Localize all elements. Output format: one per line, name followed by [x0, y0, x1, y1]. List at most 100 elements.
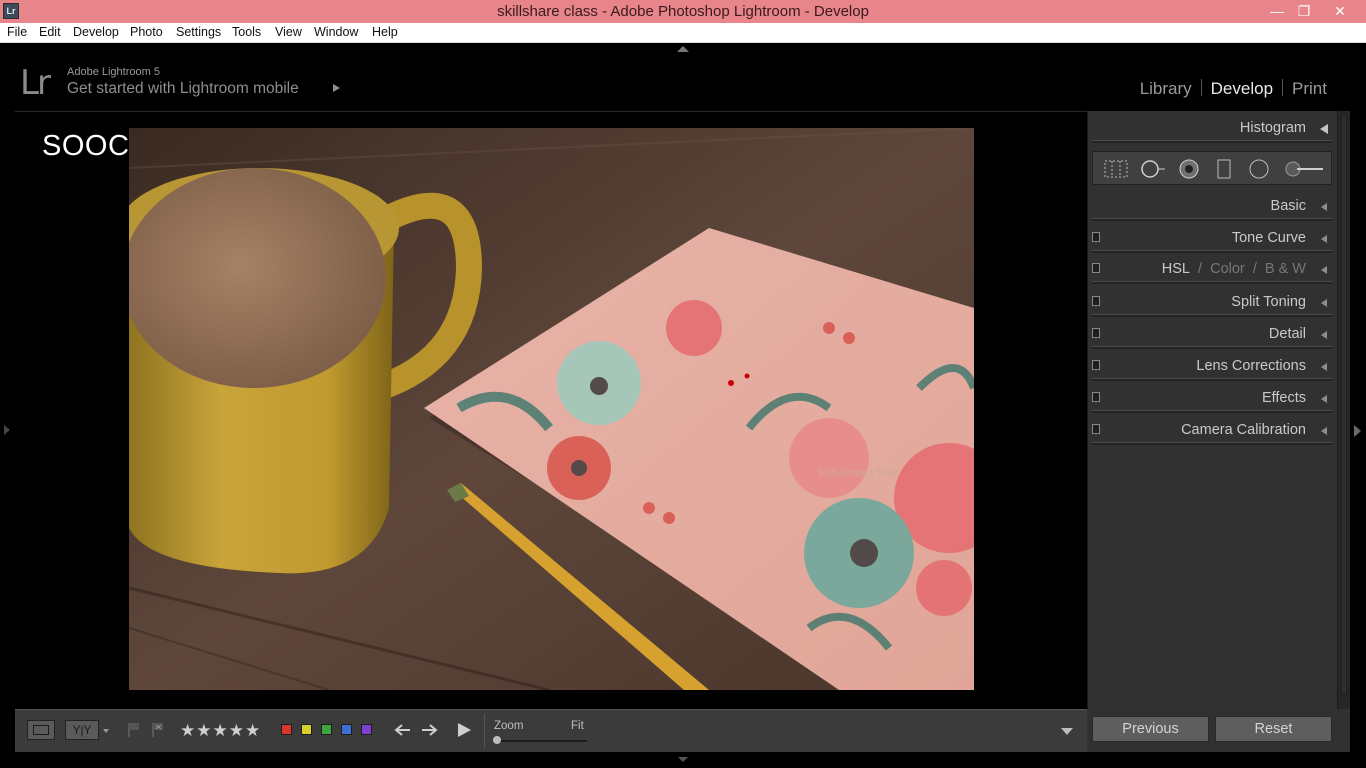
red-eye-icon[interactable]	[1178, 159, 1200, 179]
mobile-promo-link[interactable]: Get started with Lightroom mobile	[67, 80, 299, 98]
color-label-red[interactable]	[281, 724, 292, 735]
right-panel-scrollbar[interactable]	[1337, 111, 1350, 709]
panel-basic-label: Basic	[1270, 198, 1306, 214]
reset-button[interactable]: Reset	[1215, 716, 1332, 742]
tab-hsl[interactable]: HSL	[1162, 261, 1190, 277]
panel-switch-icon[interactable]	[1092, 296, 1100, 306]
panel-switch-icon[interactable]	[1092, 232, 1100, 242]
panel-tone-curve-label: Tone Curve	[1231, 230, 1306, 246]
star-rating[interactable]: ★★★★★	[180, 721, 261, 741]
identity-plate-area: Lr Adobe Lightroom 5 Get started with Li…	[0, 43, 1366, 111]
previous-button[interactable]: Previous	[1092, 716, 1209, 742]
color-label-purple[interactable]	[361, 724, 372, 735]
filmstrip-toggle-icon[interactable]	[678, 757, 688, 762]
menu-tools[interactable]: Tools	[232, 25, 261, 39]
module-library[interactable]: Library	[1131, 79, 1201, 99]
lightroom-logo: Lr	[20, 63, 51, 103]
crop-overlay-icon[interactable]	[1103, 159, 1129, 179]
panel-split-toning[interactable]: Split Toning	[1092, 287, 1332, 317]
menu-help[interactable]: Help	[372, 25, 398, 39]
adjustment-brush-icon[interactable]	[1283, 159, 1325, 179]
bottom-toolbar: Y|Y ★★★★★ Zoom Fit	[15, 709, 1087, 752]
panel-hsl[interactable]: HSL / Color / B & W	[1092, 254, 1332, 284]
flag-icon[interactable]	[127, 722, 141, 738]
expand-triangle-icon[interactable]	[1321, 363, 1327, 371]
color-label-green[interactable]	[321, 724, 332, 735]
minimize-button[interactable]: —	[1263, 0, 1291, 23]
expand-triangle-icon[interactable]	[1321, 203, 1327, 211]
panel-effects[interactable]: Effects	[1092, 383, 1332, 413]
menu-photo[interactable]: Photo	[130, 25, 163, 39]
zoom-fit-label: Fit	[571, 720, 584, 732]
panel-histogram[interactable]: Histogram	[1092, 113, 1332, 143]
expand-triangle-icon[interactable]	[1321, 395, 1327, 403]
right-panel-toggle-icon[interactable]	[1354, 425, 1361, 437]
chevron-down-icon[interactable]	[103, 729, 109, 733]
color-label-blue[interactable]	[341, 724, 352, 735]
loupe-view-button[interactable]	[27, 720, 55, 740]
module-print[interactable]: Print	[1283, 79, 1336, 99]
close-button[interactable]: ✕	[1326, 0, 1354, 23]
panel-split-toning-label: Split Toning	[1231, 294, 1306, 310]
panel-switch-icon[interactable]	[1092, 360, 1100, 370]
color-label-yellow[interactable]	[301, 724, 312, 735]
tool-strip	[1092, 151, 1332, 185]
maximize-button[interactable]: ❐	[1290, 0, 1318, 23]
panel-switch-icon[interactable]	[1092, 328, 1100, 338]
loupe-icon	[33, 725, 49, 735]
menu-bar: File Edit Develop Photo Settings Tools V…	[0, 23, 1366, 43]
collapse-triangle-icon[interactable]	[1320, 124, 1328, 134]
scrollbar-thumb[interactable]	[1341, 115, 1347, 695]
title-bar: Lr skillshare class - Adobe Photoshop Li…	[0, 0, 1366, 23]
zoom-slider-handle[interactable]	[493, 736, 501, 744]
panel-lens-corrections[interactable]: Lens Corrections	[1092, 351, 1332, 381]
toolbar-content-menu-icon[interactable]	[1061, 728, 1073, 735]
play-slideshow-icon[interactable]	[456, 721, 472, 739]
panel-basic[interactable]: Basic	[1092, 191, 1332, 221]
zoom-slider[interactable]	[495, 740, 587, 742]
panel-tone-curve[interactable]: Tone Curve	[1092, 223, 1332, 253]
expand-triangle-icon[interactable]	[1321, 266, 1327, 274]
panel-histogram-label: Histogram	[1239, 120, 1306, 136]
menu-file[interactable]: File	[7, 25, 27, 39]
snip-watermark: Full-screen Snip	[819, 467, 898, 479]
next-photo-icon[interactable]	[419, 722, 439, 738]
window-title: skillshare class - Adobe Photoshop Light…	[497, 3, 869, 20]
expand-triangle-icon[interactable]	[1321, 299, 1327, 307]
previous-photo-icon[interactable]	[393, 722, 413, 738]
expand-triangle-icon[interactable]	[1321, 331, 1327, 339]
photo-illustration: Full-screen Snip	[129, 128, 974, 690]
menu-develop[interactable]: Develop	[73, 25, 119, 39]
expand-triangle-icon[interactable]	[1321, 427, 1327, 435]
panel-switch-icon[interactable]	[1092, 424, 1100, 434]
panel-switch-icon[interactable]	[1092, 263, 1100, 273]
module-develop[interactable]: Develop	[1202, 79, 1282, 99]
panel-lens-corrections-label: Lens Corrections	[1196, 358, 1306, 374]
panel-detail-label: Detail	[1268, 326, 1306, 342]
radial-filter-icon[interactable]	[1248, 159, 1270, 179]
panel-switch-icon[interactable]	[1092, 392, 1100, 402]
menu-window[interactable]: Window	[314, 25, 358, 39]
spot-removal-icon[interactable]	[1139, 159, 1167, 179]
panel-detail[interactable]: Detail	[1092, 319, 1332, 349]
menu-view[interactable]: View	[275, 25, 302, 39]
photo-preview[interactable]: Full-screen Snip	[129, 128, 974, 690]
play-triangle-icon[interactable]	[333, 84, 340, 92]
reject-flag-icon[interactable]	[151, 722, 165, 738]
image-overlay-label: SOOC	[42, 130, 130, 162]
product-name: Adobe Lightroom 5	[67, 66, 160, 78]
panel-hsl-label: HSL / Color / B & W	[1161, 261, 1306, 277]
panel-camera-calibration[interactable]: Camera Calibration	[1092, 415, 1332, 445]
left-panel-toggle-icon[interactable]	[4, 425, 10, 435]
module-picker: Library Develop Print	[1131, 79, 1336, 99]
graduated-filter-icon[interactable]	[1215, 159, 1233, 179]
tab-bw[interactable]: B & W	[1265, 261, 1306, 277]
collapse-top-panel-icon[interactable]	[677, 46, 689, 52]
zoom-label: Zoom	[494, 720, 524, 732]
menu-edit[interactable]: Edit	[39, 25, 61, 39]
expand-triangle-icon[interactable]	[1321, 235, 1327, 243]
menu-settings[interactable]: Settings	[176, 25, 221, 39]
panel-effects-label: Effects	[1261, 390, 1306, 406]
tab-color[interactable]: Color	[1210, 261, 1245, 277]
before-after-button[interactable]: Y|Y	[65, 720, 99, 740]
